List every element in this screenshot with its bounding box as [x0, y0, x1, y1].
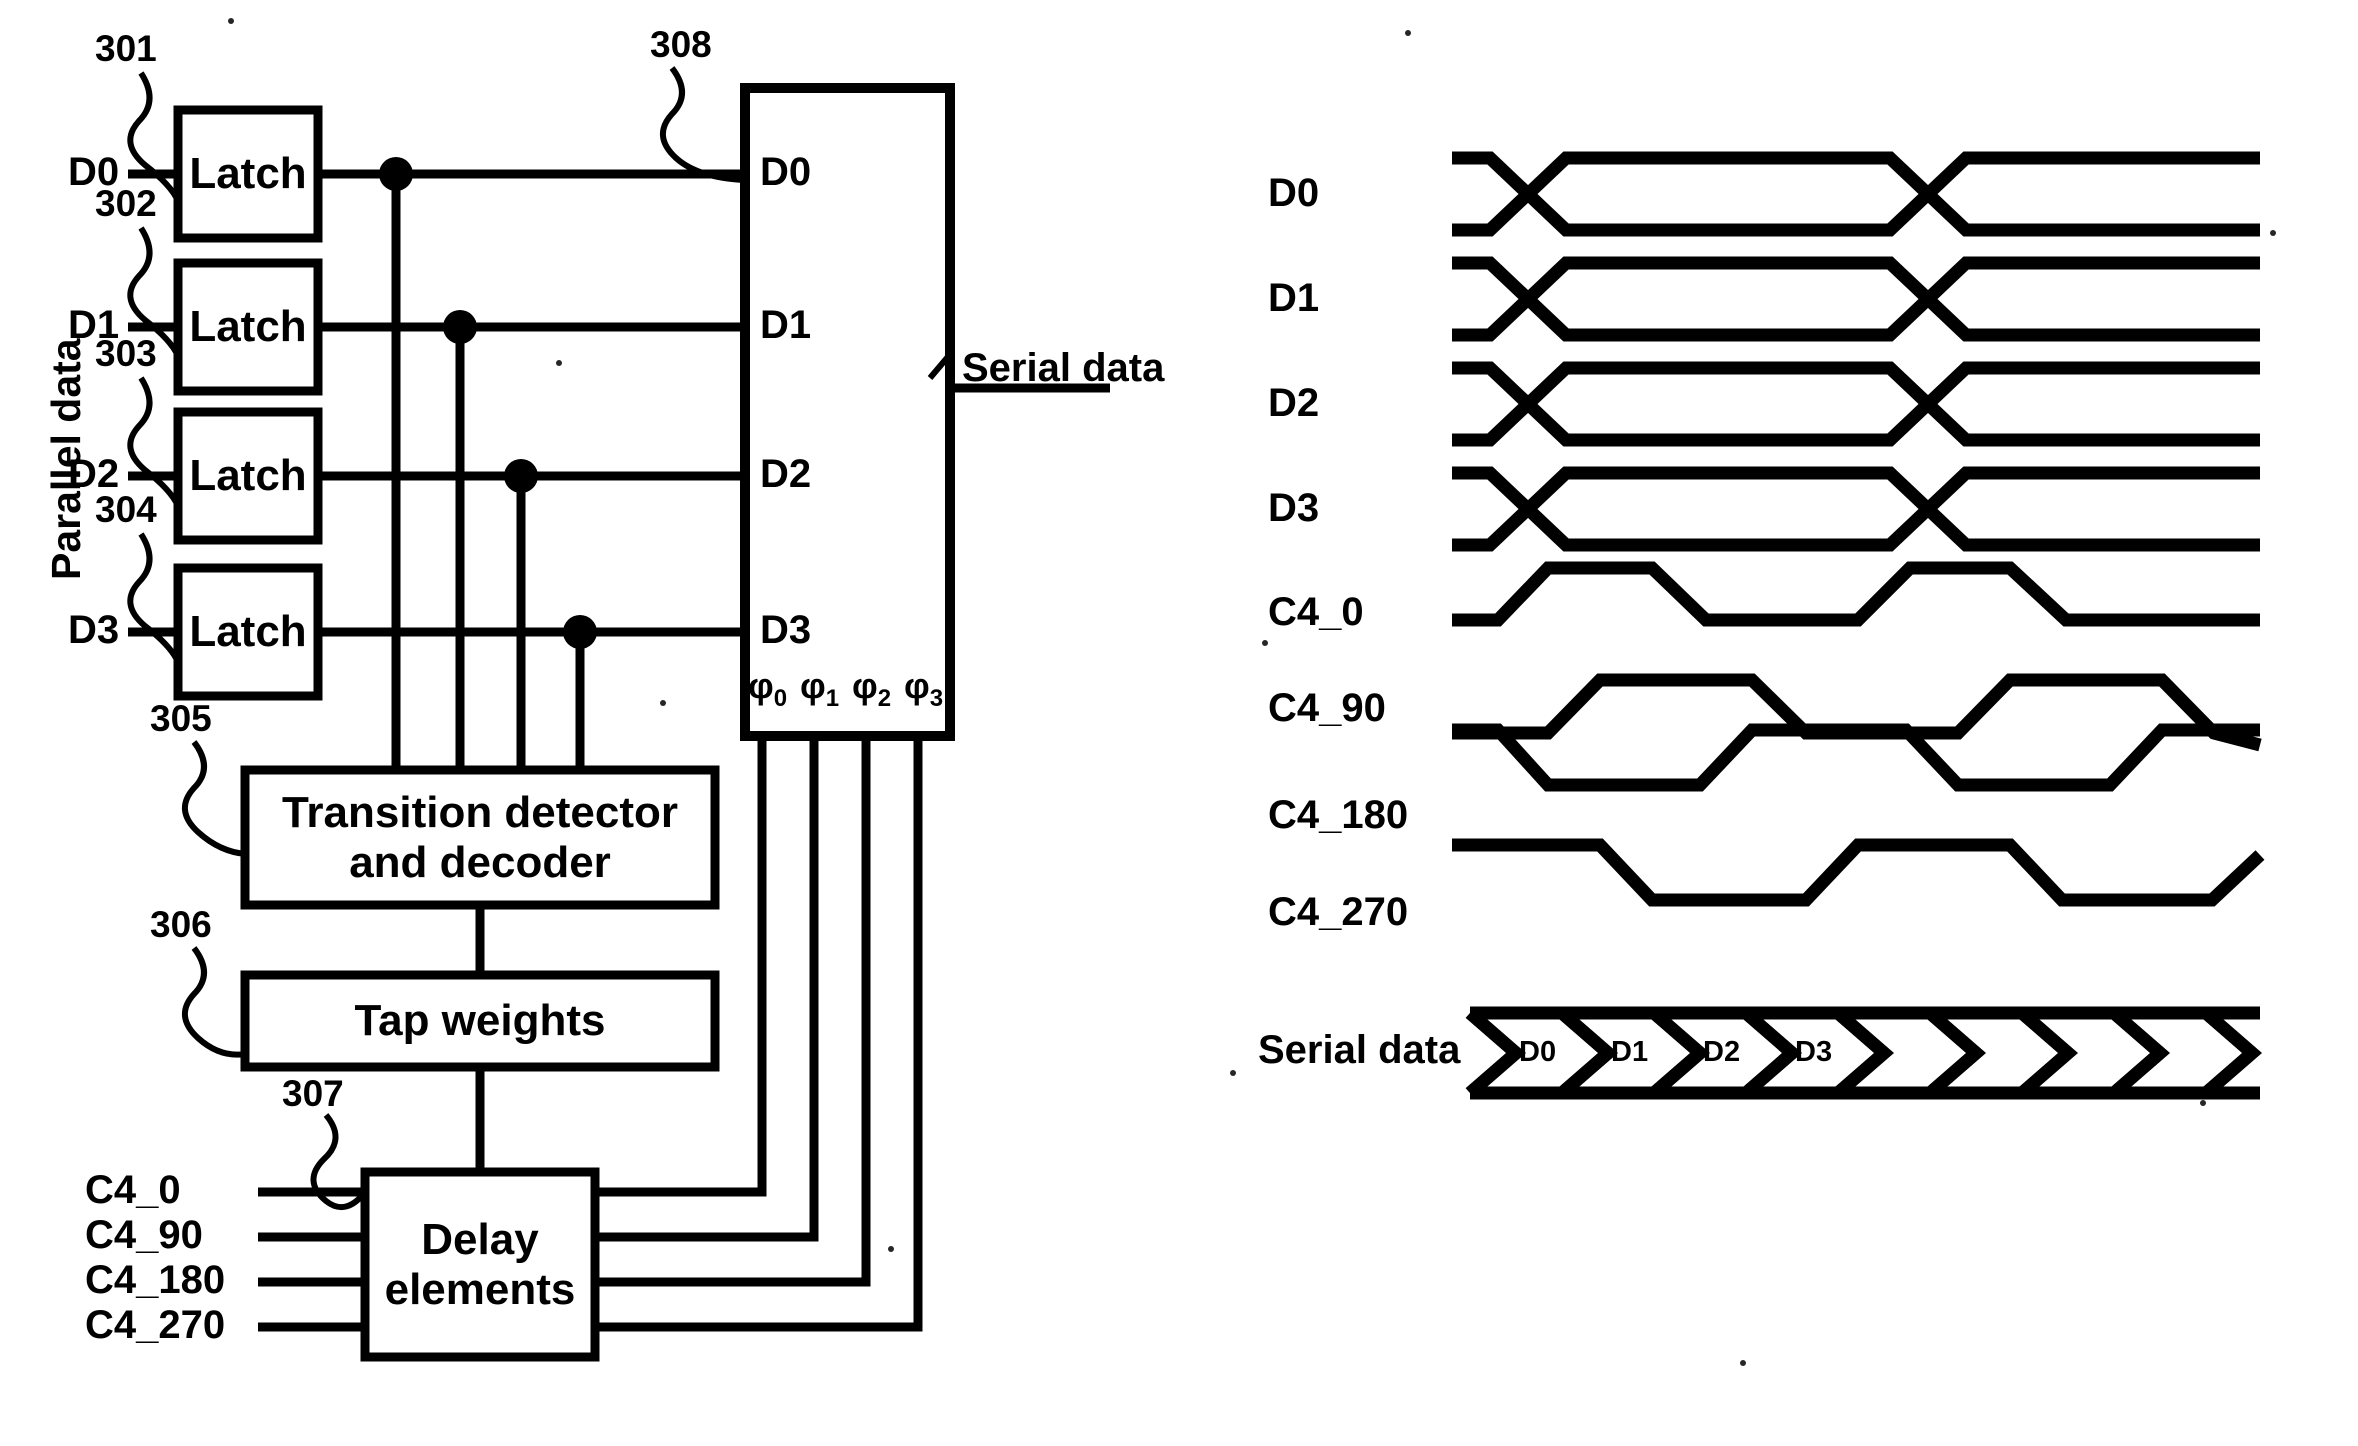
phi2-base: φ — [852, 665, 878, 706]
clock-input-label-c4-180: C4_180 — [85, 1258, 226, 1302]
serial-bit-3: D3 — [1795, 1036, 1833, 1068]
scan-speckle — [1262, 640, 1268, 646]
scan-speckle — [888, 1246, 894, 1252]
phi1-sub: 1 — [825, 685, 840, 713]
scan-speckle — [660, 700, 666, 706]
input-pin-D2: D2 — [68, 452, 120, 496]
input-pin-D3: D3 — [68, 608, 120, 652]
waveform-C4_0 — [1452, 561, 2260, 627]
input-pin-D0: D0 — [68, 150, 120, 194]
mux-phase-pin-phi3: φ3 — [904, 668, 943, 711]
mux-pin-D1: D1 — [760, 303, 812, 347]
serial-bit-0: D0 — [1519, 1036, 1557, 1068]
waveform-label-D2: D2 — [1268, 381, 1320, 425]
diagram-vector-layer — [127, 66, 2265, 1362]
scan-speckle — [556, 360, 562, 366]
clock-input-label-c4-0: C4_0 — [85, 1168, 181, 1212]
mux-pin-D0: D0 — [760, 150, 812, 194]
scan-speckle — [1230, 1070, 1236, 1076]
phi0-sub: 0 — [773, 685, 788, 713]
waveform-label-C4_0: C4_0 — [1268, 590, 1364, 634]
reference-307: 307 — [282, 1073, 344, 1114]
leader-305 — [182, 740, 247, 857]
waveform-label-serial-data: Serial data — [1258, 1028, 1461, 1072]
figure-canvas: Parallel data 301 302 303 304 305 306 30… — [0, 0, 2358, 1446]
phi3-base: φ — [904, 665, 930, 706]
latch-box-301-label: Latch — [189, 149, 307, 198]
scan-speckle — [2200, 1100, 2206, 1106]
clock-input-nets — [258, 1187, 365, 1332]
leader-301 — [127, 71, 181, 203]
latch-box-304-label: Latch — [189, 607, 307, 656]
latch-box-302-label: Latch — [189, 302, 307, 351]
scan-speckle — [1405, 30, 1411, 36]
delay-elements-line1: Delay — [421, 1214, 539, 1264]
waveform-label-D1: D1 — [1268, 276, 1320, 320]
serial-bit-1: D1 — [1611, 1036, 1649, 1068]
net-junction-dots — [379, 157, 597, 649]
mux-phase-pin-phi1: φ1 — [800, 668, 839, 711]
tap-weights-label: Tap weights — [354, 996, 606, 1045]
scan-speckle — [1740, 1360, 1746, 1366]
waveform-label-D3: D3 — [1268, 486, 1320, 530]
serial-data-output-label: Serial data — [962, 346, 1165, 390]
serial-bit-2: D2 — [1703, 1036, 1741, 1068]
phi1-base: φ — [800, 665, 826, 706]
mux-pin-D3: D3 — [760, 608, 812, 652]
leader-308 — [660, 66, 747, 183]
latch-box-303-label: Latch — [189, 451, 307, 500]
leader-303 — [127, 376, 181, 508]
transition-detector-label: Transition detector and decoder — [245, 770, 715, 905]
waveform-label-C4_90: C4_90 — [1268, 686, 1386, 730]
mux-phase-pin-phi2: φ2 — [852, 668, 891, 711]
waveform-label-C4_270: C4_270 — [1268, 890, 1409, 934]
delay-elements-line2: elements — [384, 1264, 576, 1314]
waveform-label-C4_180: C4_180 — [1268, 793, 1409, 837]
input-pin-D1: D1 — [68, 303, 120, 347]
leader-306 — [182, 946, 247, 1058]
waveform-D3 — [1452, 466, 2260, 552]
mux-phase-pin-phi0: φ0 — [748, 668, 787, 711]
waveform-D1 — [1452, 256, 2260, 342]
phi3-sub: 3 — [929, 685, 944, 713]
reference-308: 308 — [650, 24, 712, 65]
clock-input-label-c4-270: C4_270 — [85, 1303, 226, 1347]
waveform-C4_270 — [1452, 838, 2265, 907]
phi0-base: φ — [748, 665, 774, 706]
reference-301: 301 — [95, 28, 157, 69]
serial-data-crossings — [1465, 1008, 2262, 1098]
waveform-D0 — [1452, 151, 2260, 237]
waveform-serial-data — [1465, 1006, 2262, 1100]
scan-speckle — [228, 18, 234, 24]
scan-speckle — [2270, 230, 2276, 236]
waveform-label-D0: D0 — [1268, 171, 1320, 215]
latch-to-mux-nets — [318, 169, 745, 637]
waveform-D2 — [1452, 361, 2260, 447]
delay-elements-label: Delay elements — [365, 1172, 595, 1357]
phi2-sub: 2 — [877, 685, 892, 713]
transition-detector-line1: Transition detector — [281, 787, 679, 837]
mux-pin-D2: D2 — [760, 452, 812, 496]
clock-input-label-c4-90: C4_90 — [85, 1213, 203, 1257]
transition-detector-line2: and decoder — [349, 837, 611, 887]
reference-304: 304 — [95, 489, 157, 530]
leader-304 — [127, 532, 181, 664]
reference-306: 306 — [150, 904, 212, 945]
latch-input-stubs — [128, 169, 178, 637]
reference-305: 305 — [150, 698, 212, 739]
